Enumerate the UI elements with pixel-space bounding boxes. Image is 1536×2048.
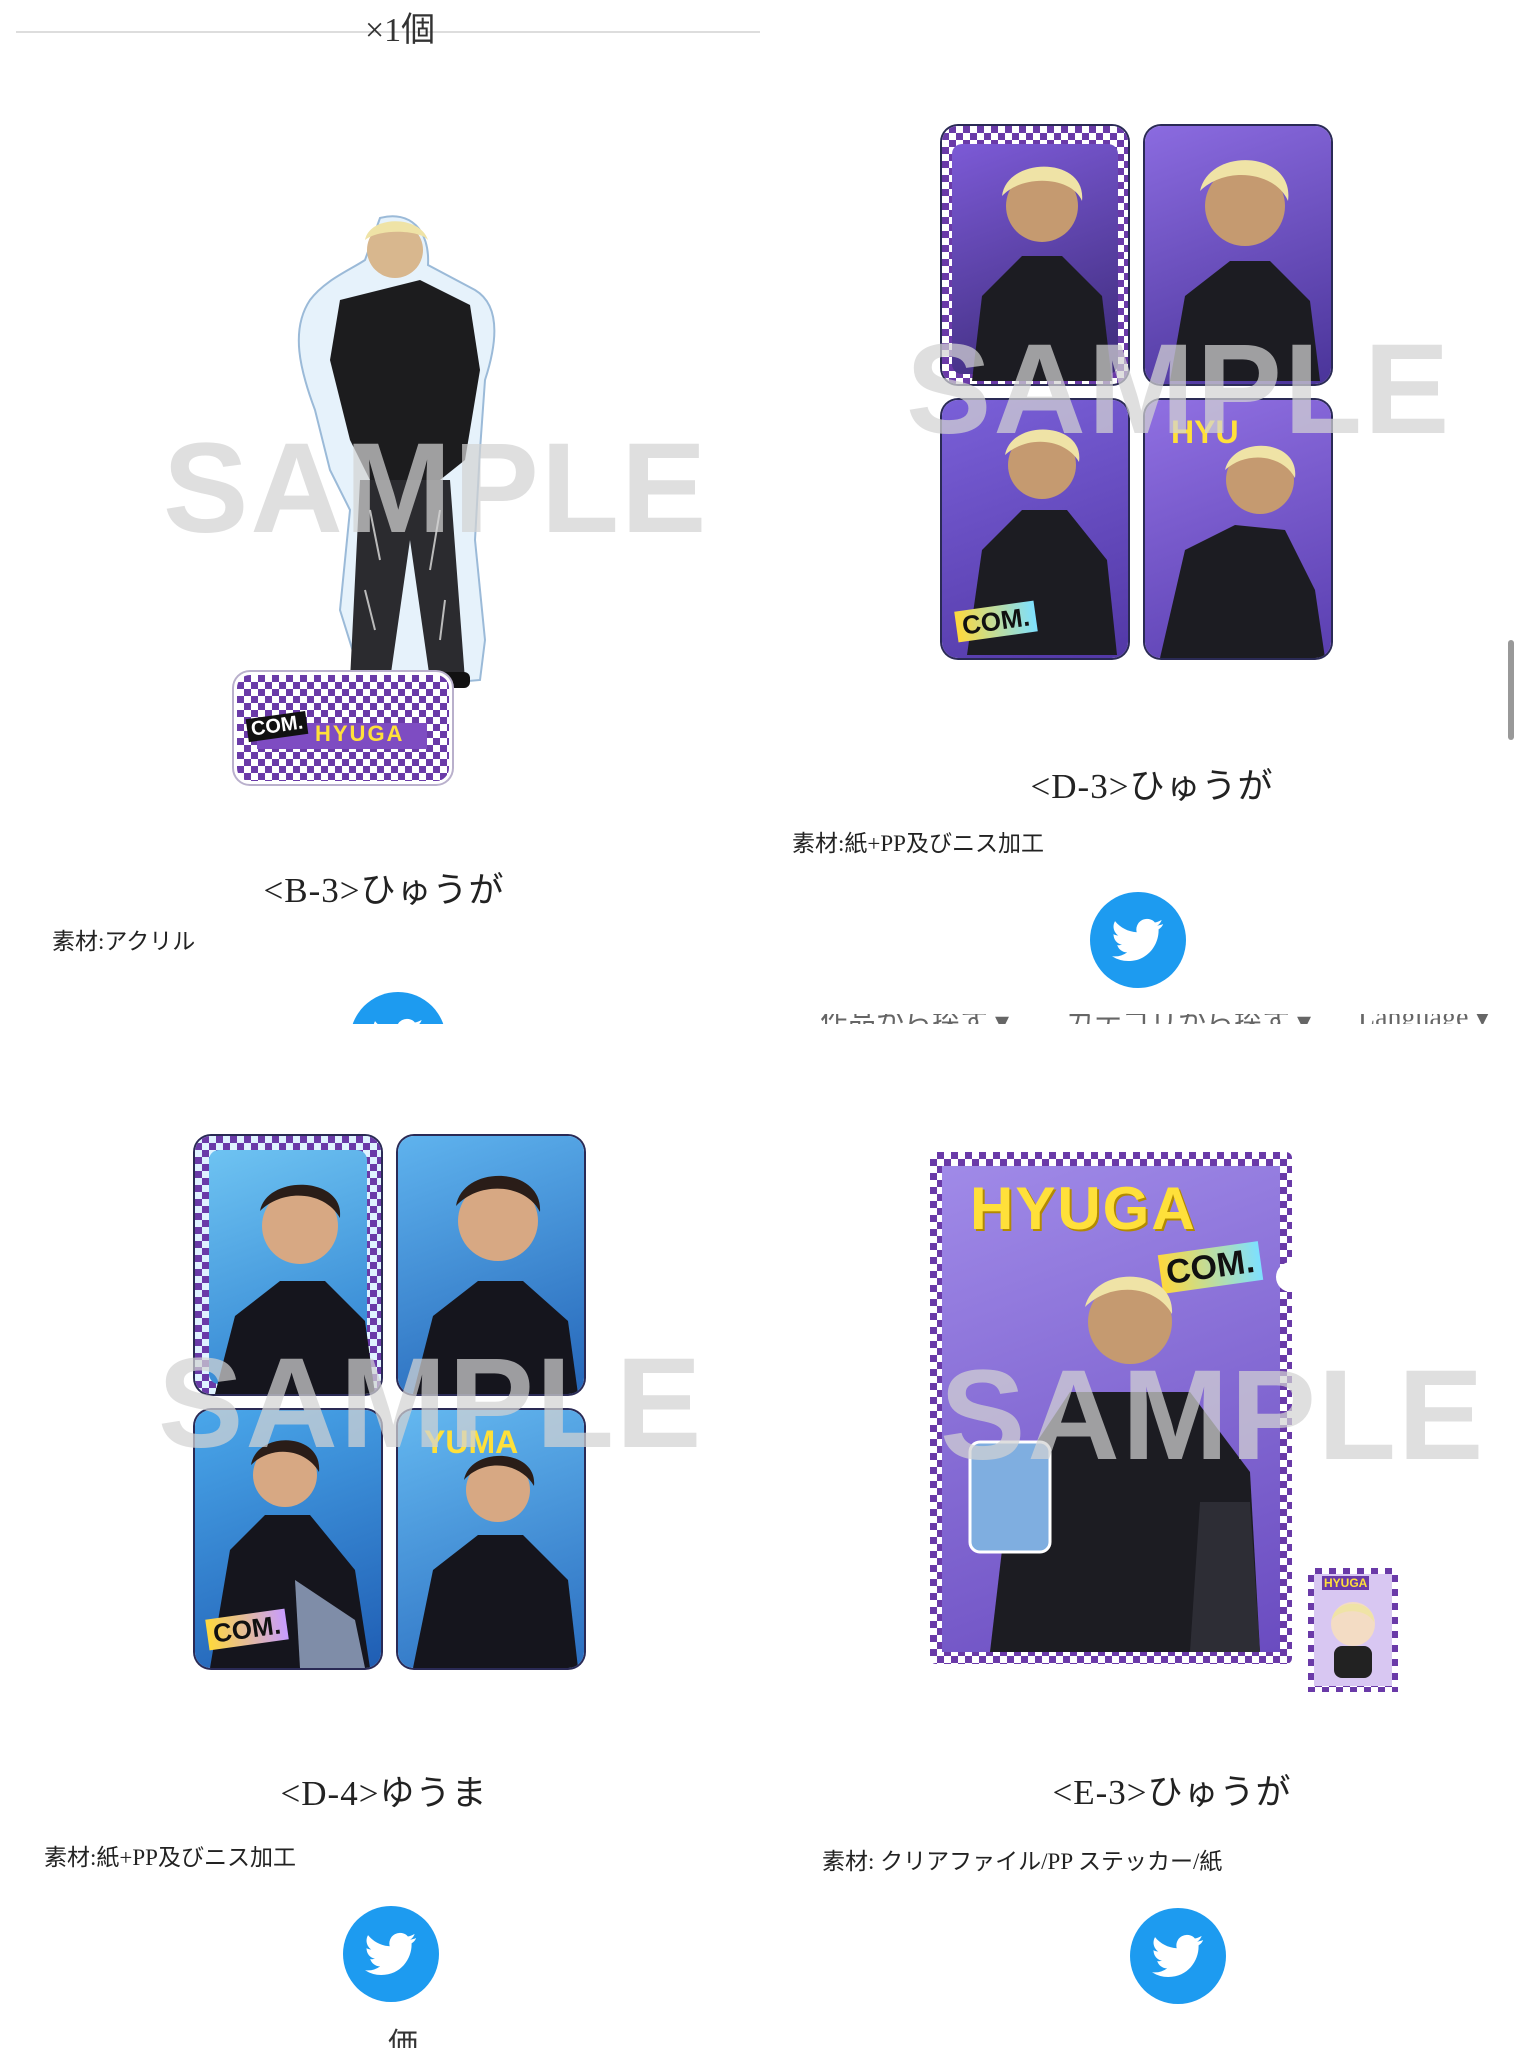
product-panel-e3: HYUGA COM. HYUGA SAMPLE <E-3>ひゅうが 素材: クリ… [768,1024,1536,2048]
photo-card-3: COM. [195,1410,381,1668]
product-panel-b3: ×1個 COM. HYUGA SAMPLE <B-3>ひゅうが 素材:アクリル [0,0,768,1024]
photo-card-3: COM. [942,400,1128,658]
twitter-bird-icon [365,1928,417,1980]
photo-card-2 [1145,126,1331,384]
scrollbar[interactable] [1508,640,1514,740]
nav-category[interactable]: カテゴリから探す ▾ [1066,1014,1311,1024]
quantity-text-cut: ×1個 [365,12,436,49]
stand-name-text: HYUGA [315,721,405,746]
photo-card-1 [195,1136,381,1394]
footer-nav-strip: 作品から探す ▾ カテゴリから探す ▾ Language ▾ [768,1014,1536,1024]
product-title: <D-3>ひゅうが [1030,767,1274,806]
product-image-clear-file: HYUGA COM. [930,1152,1306,1664]
product-material: 素材:紙+PP及びニス加工 [792,831,1044,856]
stand-base: COM. HYUGA [234,672,452,784]
twitter-bird-icon [1112,914,1164,966]
twitter-share-button[interactable] [1130,1908,1226,2004]
product-material: 素材:紙+PP及びニス加工 [44,1845,296,1870]
twitter-bird-icon [372,1014,424,1024]
product-material: 素材:アクリル [52,929,196,954]
twitter-share-button[interactable] [350,992,446,1024]
product-material: 素材: クリアファイル/PP ステッカー/紙 [822,1849,1223,1874]
twitter-share-button[interactable] [1090,892,1186,988]
price-label-cut: 価 [388,2028,418,2048]
product-title: <B-3>ひゅうが [263,871,505,910]
product-image-acrylic-stand: COM. HYUGA [234,210,530,790]
product-image-sticker: HYUGA [1308,1568,1398,1692]
product-panel-d3: COM. HYU SAMPLE <D-3>ひゅうが 素材:紙+PP及びニス加工 … [768,0,1536,1024]
photo-card-4: YUMA [398,1410,584,1668]
product-panel-d4: COM. YUMA SAMPLE <D-4>ゆうま 素材:紙+PP及びニス加工 … [0,1024,768,2048]
product-title: <D-4>ゆうま [280,1774,488,1813]
nav-works[interactable]: 作品から探す ▾ [820,1014,1009,1024]
product-title: <E-3>ひゅうが [1052,1773,1292,1812]
twitter-bird-icon [1152,1930,1204,1982]
sticker-name-text: HYUGA [1322,1576,1370,1590]
file-name-text: HYUGA [970,1175,1197,1242]
photo-card-1 [942,126,1128,384]
twitter-share-button[interactable] [343,1906,439,2002]
nav-language[interactable]: Language ▾ [1358,1014,1489,1024]
photo-card-4: HYU [1145,400,1331,658]
photo-card-2 [398,1136,584,1394]
